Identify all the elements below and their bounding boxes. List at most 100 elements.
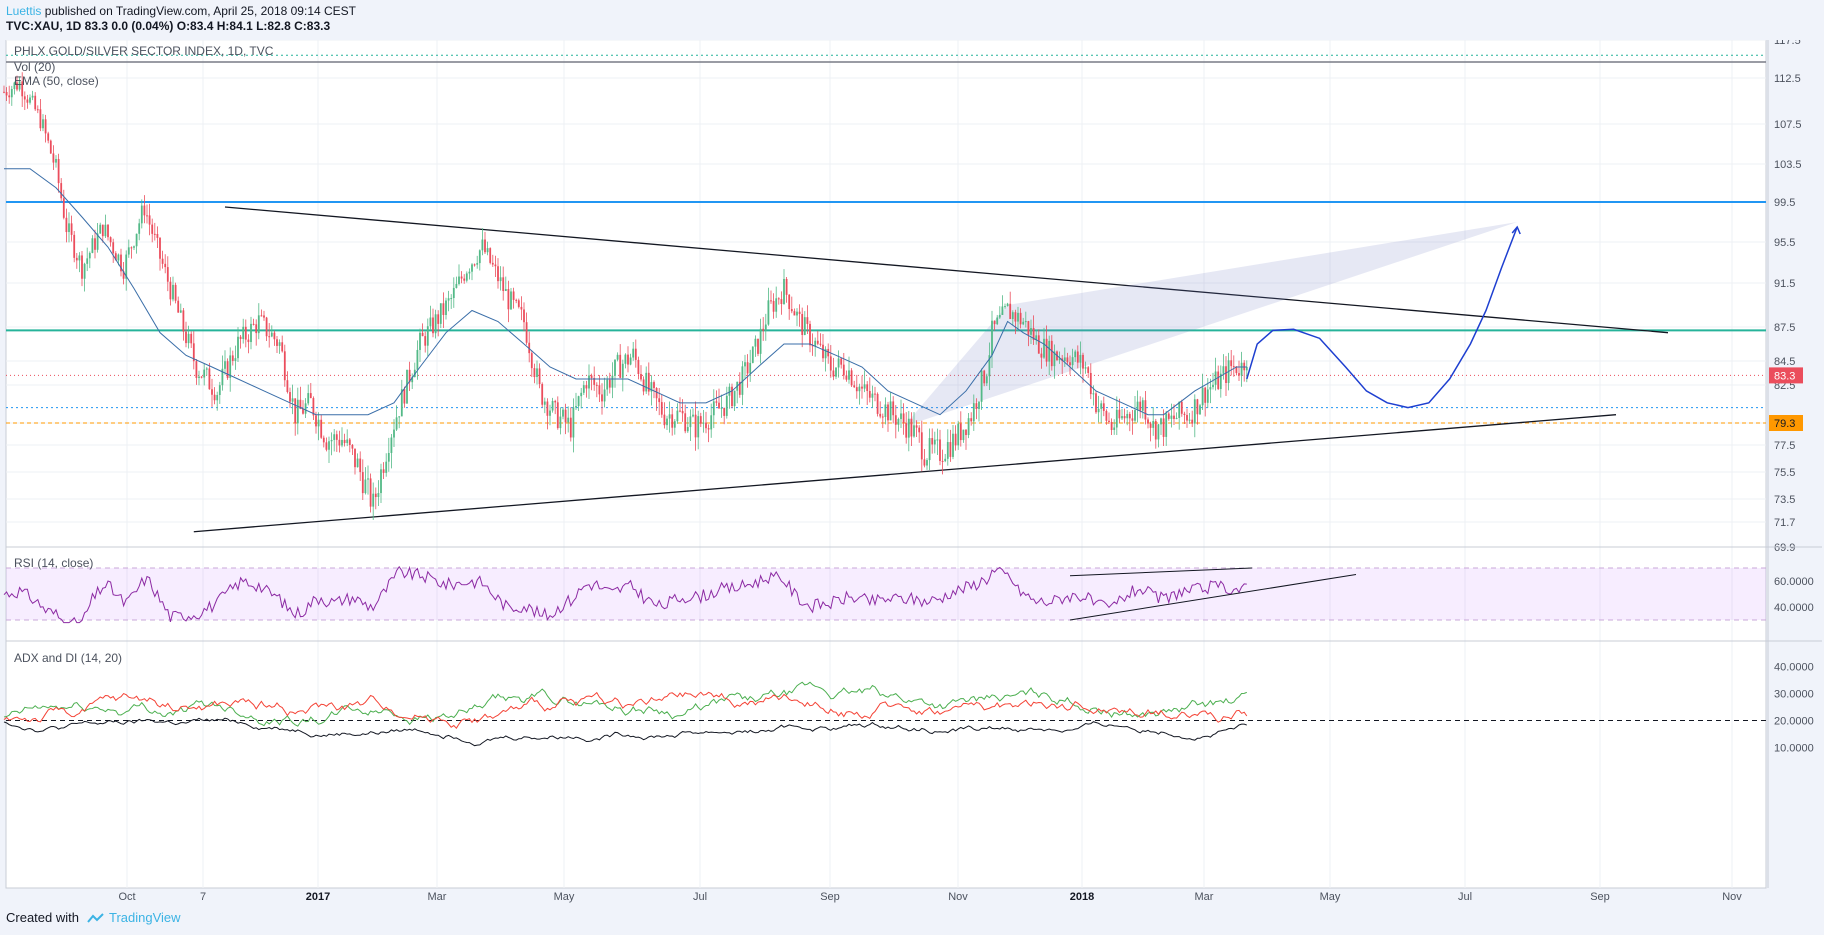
candle-body xyxy=(567,417,570,423)
candle-body xyxy=(1108,420,1110,423)
candle-body xyxy=(993,320,996,325)
candle-body xyxy=(1136,401,1139,411)
candle-body xyxy=(491,262,494,265)
candle-body xyxy=(1102,403,1105,411)
candle-body xyxy=(767,300,770,325)
candle-body xyxy=(723,407,726,416)
candle-body xyxy=(1212,384,1214,388)
candle-body xyxy=(897,419,900,425)
candle-body xyxy=(348,439,351,445)
candle-body xyxy=(1014,312,1017,322)
candle-body xyxy=(676,410,679,422)
candle-body xyxy=(1232,366,1235,368)
candle-body xyxy=(1100,403,1103,409)
candle-body xyxy=(510,291,512,310)
price-pane-title: PHLX GOLD/SILVER SECTOR INDEX, 1D, TVC xyxy=(14,44,274,58)
candle-body xyxy=(660,402,663,415)
level-tag: 79.3 xyxy=(1774,418,1795,430)
candle-body xyxy=(62,198,65,218)
candle-body xyxy=(224,361,226,369)
candle-body xyxy=(744,362,746,367)
candle-body xyxy=(135,233,138,247)
candle-body xyxy=(403,389,406,404)
candle-body xyxy=(796,311,798,316)
candle-body xyxy=(78,255,81,261)
candle-body xyxy=(23,96,26,100)
candle-body xyxy=(159,237,161,259)
candle-body xyxy=(889,401,892,421)
candle-body xyxy=(910,418,913,437)
candle-body xyxy=(564,409,567,423)
candle-body xyxy=(1022,321,1025,325)
candle-body xyxy=(112,242,115,254)
candle-body xyxy=(595,384,598,386)
candle-body xyxy=(876,393,879,414)
candle-body xyxy=(637,359,640,375)
candle-body xyxy=(1024,321,1027,323)
candle-body xyxy=(1162,418,1165,437)
candle-body xyxy=(1040,353,1043,358)
candle-body xyxy=(1230,360,1233,367)
candle-body xyxy=(892,401,895,416)
adx-tick-label: 30.0000 xyxy=(1774,689,1814,701)
candle-body xyxy=(978,401,980,409)
candle-body xyxy=(1105,410,1108,421)
candle-body xyxy=(1089,372,1092,395)
price-tick-label: 95.5 xyxy=(1774,237,1795,249)
candle-body xyxy=(195,361,198,378)
candle-body xyxy=(770,300,772,302)
candle-body xyxy=(931,438,934,445)
candle-body xyxy=(473,264,476,266)
candle-body xyxy=(151,224,154,234)
candle-body xyxy=(1063,357,1066,362)
candle-body xyxy=(806,317,809,324)
candle-body xyxy=(148,215,151,225)
candle-body xyxy=(34,95,37,110)
candle-body xyxy=(762,328,765,331)
candle-body xyxy=(476,263,479,265)
candle-body xyxy=(996,317,999,325)
time-tick-label: May xyxy=(1320,891,1341,903)
candle-body xyxy=(1069,362,1071,366)
candle-body xyxy=(174,284,177,301)
candle-body xyxy=(606,379,609,390)
candle-body xyxy=(803,317,806,335)
candle-body xyxy=(281,342,284,352)
candle-body xyxy=(900,413,902,420)
time-tick-label: Sep xyxy=(820,891,840,903)
candle-body xyxy=(109,237,112,243)
candle-body xyxy=(749,362,752,374)
candle-body xyxy=(754,338,757,347)
candle-body xyxy=(530,353,533,369)
candle-body xyxy=(702,422,705,424)
candle-body xyxy=(497,266,499,282)
ema-indicator-label: EMA (50, close) xyxy=(14,74,99,88)
time-tick-label: 2017 xyxy=(306,891,330,903)
candle-body xyxy=(777,298,780,300)
candle-body xyxy=(1240,362,1243,376)
candle-body xyxy=(458,276,460,284)
price-tick-label: 69.9 xyxy=(1774,542,1795,554)
candle-body xyxy=(406,369,408,404)
candle-body xyxy=(905,423,908,438)
candle-body xyxy=(582,385,585,393)
tradingview-brand[interactable]: TradingView xyxy=(87,910,181,925)
candle-body xyxy=(793,311,796,316)
candle-body xyxy=(346,439,349,444)
symbol-quote: TVC:XAU, 1D 83.3 0.0 (0.04%) O:83.4 H:84… xyxy=(6,19,331,33)
candle-body xyxy=(263,315,265,318)
candle-body xyxy=(1076,351,1079,363)
candle-body xyxy=(494,264,497,267)
candle-body xyxy=(562,409,564,417)
candle-body xyxy=(1152,421,1155,428)
candle-body xyxy=(980,370,983,402)
candle-body xyxy=(434,314,437,334)
candle-body xyxy=(39,109,42,129)
candle-body xyxy=(957,423,960,446)
adx-tick-label: 20.0000 xyxy=(1774,716,1814,728)
candle-body xyxy=(1157,424,1160,440)
candle-body xyxy=(42,119,44,129)
publisher-name[interactable]: Luettis xyxy=(6,4,41,18)
chart-area[interactable]: 117.5 112.5 107.5 103.5 99.5 95.5 91.5 87.5 84.5… xyxy=(0,40,1824,905)
time-tick-label: Oct xyxy=(118,891,135,903)
